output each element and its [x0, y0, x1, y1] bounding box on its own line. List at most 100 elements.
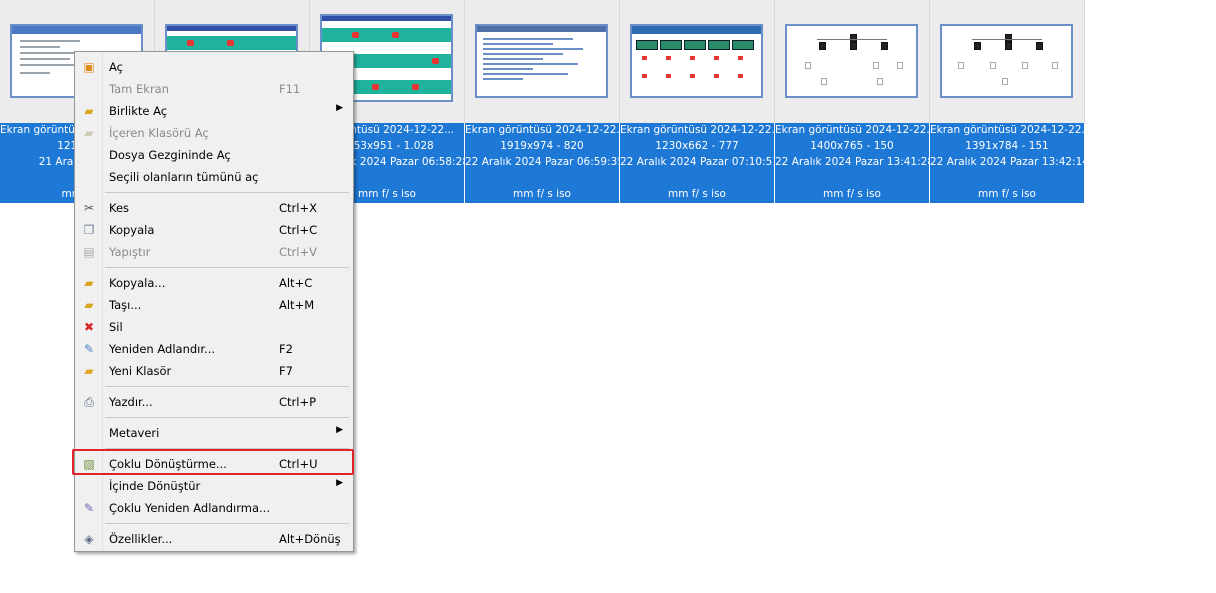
thumbnail-extra: [930, 171, 1085, 187]
menu-item-label: Yapıştır: [109, 245, 151, 259]
thumbnail-dimensions: 1230x662 - 777: [620, 139, 775, 155]
menu-item-shortcut: Alt+C: [279, 276, 313, 290]
thumbnail-dimensions: 1400x765 - 150: [775, 139, 930, 155]
menu-item-label: Yazdır...: [109, 395, 153, 409]
context-menu: ▣ Aç Tam Ekran F11 ▰ Birlikte Aç ▶ ▰ İçe…: [74, 51, 354, 552]
thumbnail-area: [620, 0, 775, 123]
thumbnail-exif: mm f/ s iso: [465, 187, 620, 203]
delete-icon: ✖: [83, 320, 95, 334]
printer-icon: ⎙: [84, 395, 94, 409]
menu-item-metadata[interactable]: Metaveri ▶: [77, 423, 351, 443]
menu-item-shortcut: F7: [279, 364, 293, 378]
menu-item-fullscreen[interactable]: Tam Ekran F11: [77, 79, 351, 99]
thumbnail-tile[interactable]: Ekran görüntüsü 2024-12-22... 1391x784 -…: [930, 0, 1085, 203]
menu-item-properties[interactable]: ◈ Özellikler... Alt+Dönüş: [77, 529, 351, 549]
rename-icon: ✎: [83, 342, 95, 356]
menu-item-shortcut: F2: [279, 342, 293, 356]
menu-item-open-all-selected[interactable]: Seçili olanların tümünü aç: [77, 167, 351, 187]
menu-item-label: Kopyala...: [109, 276, 166, 290]
menu-item-new-folder[interactable]: ▰ Yeni Klasör F7: [77, 361, 351, 381]
menu-item-label: Özellikler...: [109, 532, 173, 546]
copy-to-folder-icon: ▰: [84, 276, 94, 290]
folder-open-icon: ▰: [84, 104, 94, 118]
menu-item-batch-rename[interactable]: ✎ Çoklu Yeniden Adlandırma...: [77, 498, 351, 518]
menu-item-shortcut: Ctrl+P: [279, 395, 317, 409]
menu-item-shortcut: Ctrl+X: [279, 201, 317, 215]
menu-item-label: Birlikte Aç: [109, 104, 168, 118]
menu-item-open[interactable]: ▣ Aç: [77, 57, 351, 77]
menu-item-shortcut: F11: [279, 82, 301, 96]
menu-item-shortcut: Ctrl+V: [279, 245, 317, 259]
thumbnail-date: 22 Aralık 2024 Pazar 13:42:14: [930, 155, 1085, 171]
thumbnail-image[interactable]: [475, 24, 608, 98]
thumbnail-area: [930, 0, 1085, 123]
copy-icon: ❐: [83, 223, 95, 237]
thumbnail-image[interactable]: [940, 24, 1073, 98]
thumbnail-tile[interactable]: Ekran görüntüsü 2024-12-22... 1400x765 -…: [775, 0, 930, 203]
menu-item-convert-in[interactable]: İçinde Dönüştür ▶: [77, 476, 351, 496]
paste-icon: ▤: [83, 245, 95, 259]
menu-item-shortcut: Ctrl+C: [279, 223, 318, 237]
thumbnail-date: 22 Aralık 2024 Pazar 13:41:28: [775, 155, 930, 171]
thumbnail-dimensions: 1919x974 - 820: [465, 139, 620, 155]
menu-item-label: Kopyala: [109, 223, 155, 237]
thumbnail-filename: Ekran görüntüsü 2024-12-22...: [775, 123, 930, 139]
submenu-arrow-icon: ▶: [336, 425, 343, 435]
menu-item-label: Dosya Gezgininde Aç: [109, 148, 231, 162]
menu-separator: [105, 386, 349, 387]
thumbnail-image[interactable]: [785, 24, 918, 98]
menu-item-copy[interactable]: ❐ Kopyala Ctrl+C: [77, 220, 351, 240]
menu-item-delete[interactable]: ✖ Sil: [77, 317, 351, 337]
menu-separator: [105, 523, 349, 524]
thumbnail-exif: mm f/ s iso: [620, 187, 775, 203]
batch-rename-icon: ✎: [83, 501, 95, 515]
menu-item-label: Taşı...: [109, 298, 142, 312]
menu-item-move-to[interactable]: ▰ Taşı... Alt+M: [77, 295, 351, 315]
menu-item-label: Tam Ekran: [109, 82, 170, 96]
properties-icon: ◈: [84, 532, 94, 546]
menu-item-print[interactable]: ⎙ Yazdır... Ctrl+P: [77, 392, 351, 412]
thumbnail-dimensions: 1391x784 - 151: [930, 139, 1085, 155]
scissors-icon: ✂: [83, 201, 95, 215]
folder-icon: ▰: [84, 126, 94, 140]
thumbnail-filename: Ekran görüntüsü 2024-12-22...: [465, 123, 620, 139]
thumbnail-exif: mm f/ s iso: [930, 187, 1085, 203]
open-image-icon: ▣: [83, 60, 95, 74]
thumbnail-filename: Ekran görüntüsü 2024-12-22...: [930, 123, 1085, 139]
menu-item-open-in-explorer[interactable]: Dosya Gezgininde Aç: [77, 145, 351, 165]
thumbnail-area: [775, 0, 930, 123]
move-to-folder-icon: ▰: [84, 298, 94, 312]
menu-item-label: Yeni Klasör: [109, 364, 172, 378]
menu-separator: [105, 417, 349, 418]
thumbnail-area: [465, 0, 620, 123]
menu-item-label: Kes: [109, 201, 130, 215]
menu-item-label: Metaveri: [109, 426, 160, 440]
thumbnail-tile[interactable]: Ekran görüntüsü 2024-12-22... 1919x974 -…: [465, 0, 620, 203]
thumbnail-image[interactable]: [630, 24, 763, 98]
menu-separator: [105, 192, 349, 193]
menu-item-shortcut: Alt+M: [279, 298, 315, 312]
menu-item-paste[interactable]: ▤ Yapıştır Ctrl+V: [77, 242, 351, 262]
menu-item-open-containing-folder[interactable]: ▰ İçeren Klasörü Aç: [77, 123, 351, 143]
thumbnail-extra: [620, 171, 775, 187]
menu-item-cut[interactable]: ✂ Kes Ctrl+X: [77, 198, 351, 218]
thumbnail-tile[interactable]: Ekran görüntüsü 2024-12-22... 1230x662 -…: [620, 0, 775, 203]
new-folder-icon: ▰: [84, 364, 94, 378]
menu-item-rename[interactable]: ✎ Yeniden Adlandır... F2: [77, 339, 351, 359]
submenu-arrow-icon: ▶: [336, 478, 343, 488]
menu-item-label: İçeren Klasörü Aç: [109, 126, 209, 140]
menu-item-label: Seçili olanların tümünü aç: [109, 170, 259, 184]
thumbnail-date: 22 Aralık 2024 Pazar 07:10:51: [620, 155, 775, 171]
menu-item-shortcut: Alt+Dönüş: [279, 532, 341, 546]
menu-item-open-with[interactable]: ▰ Birlikte Aç ▶: [77, 101, 351, 121]
menu-item-label: Aç: [109, 60, 123, 74]
menu-item-copy-to[interactable]: ▰ Kopyala... Alt+C: [77, 273, 351, 293]
thumbnail-extra: [775, 171, 930, 187]
submenu-arrow-icon: ▶: [336, 103, 343, 113]
highlight-box: [72, 449, 354, 475]
menu-item-label: Çoklu Yeniden Adlandırma...: [109, 501, 270, 515]
thumbnail-exif: mm f/ s iso: [775, 187, 930, 203]
thumbnail-filename: Ekran görüntüsü 2024-12-22...: [620, 123, 775, 139]
menu-item-label: İçinde Dönüştür: [109, 479, 201, 493]
menu-item-label: Sil: [109, 320, 123, 334]
